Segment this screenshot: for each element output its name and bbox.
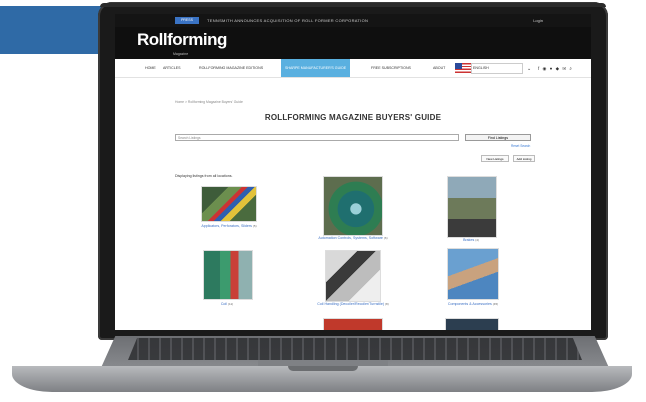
category-link[interactable]: Coil (11) [195,302,259,306]
press-button[interactable]: PRESS [175,17,199,24]
login-link[interactable]: Login [533,17,543,24]
reset-search-link[interactable]: Reset Search [511,144,530,148]
social-icons[interactable]: f ◉ ● ◆ ✉ ⌕ [538,66,573,72]
find-listings-button[interactable]: Find Listings [465,134,531,141]
nav-about[interactable]: ABOUT [433,66,445,70]
nav-articles[interactable]: ARTICLES [163,66,181,70]
us-flag-icon [455,63,471,73]
category-image[interactable] [201,186,257,222]
category-image[interactable] [445,318,499,330]
nav-subscriptions[interactable]: FREE SUBSCRIPTIONS [371,66,411,70]
bezel-highlight [100,3,606,7]
category-image[interactable] [447,248,499,300]
category-link[interactable]: Coil Handling (Decoiler/Recoiler/Turnsti… [299,302,407,306]
nav-manufacturers-guide[interactable]: SHARPE MANUFACTURER'S GUIDE [281,59,351,77]
category-link[interactable]: Applicators, Perforators, Sliders (5) [187,224,271,228]
new-listings-button[interactable]: New Listings [481,155,509,162]
category-link[interactable]: Automation Controls, Systems, Software (… [303,236,403,240]
breadcrumb[interactable]: Home > Rollforming Magazine Buyers' Guid… [175,100,243,104]
page-title: ROLLFORMING MAGAZINE BUYERS' GUIDE [264,113,442,122]
category-count: (6) [383,236,388,240]
chevron-down-icon[interactable]: ⌄ [527,66,531,72]
category-label: Automation Controls, Systems, Software [318,236,383,240]
category-count: (4) [475,238,479,242]
top-bar: PRESS TENNSMITH ANNOUNCES ACQUISITION OF… [115,14,591,27]
main-nav: HOME ARTICLES ROLLFORMING MAGAZINE EDITI… [115,59,591,78]
category-image[interactable] [203,250,253,300]
category-count: (11) [228,302,234,306]
news-ticker[interactable]: TENNSMITH ANNOUNCES ACQUISITION OF ROLL … [207,17,368,24]
category-image[interactable] [447,176,497,238]
laptop-screen: PRESS TENNSMITH ANNOUNCES ACQUISITION OF… [115,14,591,330]
category-label: Components & Accessories [447,302,492,306]
category-label: Coil [220,302,228,306]
category-image[interactable] [323,318,383,330]
category-count: (5) [252,224,257,228]
keyboard [128,338,582,360]
category-link[interactable]: Brakes (4) [445,238,497,242]
category-link[interactable]: Components & Accessories (45) [433,302,513,306]
category-label: Coil Handling (Decoiler/Recoiler/Turnsti… [317,302,385,306]
category-label: Applicators, Perforators, Sliders [201,224,252,228]
site-logo[interactable]: Rollforming [137,30,227,50]
search-input[interactable]: Search Listings [175,134,459,141]
category-count: (45) [492,302,499,306]
language-label: ENGLISH [473,66,489,70]
nav-home[interactable]: HOME [145,66,156,70]
category-count: (8) [385,302,389,306]
logo-subtitle: Magazine [173,52,189,56]
category-label: Brakes [463,238,475,242]
listing-scope-text: Displaying listings from all locations. [175,174,233,178]
category-image[interactable] [323,176,383,236]
laptop-notch [288,366,358,371]
add-listing-button[interactable]: Add Listing [513,155,535,162]
nav-editions[interactable]: ROLLFORMING MAGAZINE EDITIONS [199,66,263,70]
category-image[interactable] [325,250,381,302]
